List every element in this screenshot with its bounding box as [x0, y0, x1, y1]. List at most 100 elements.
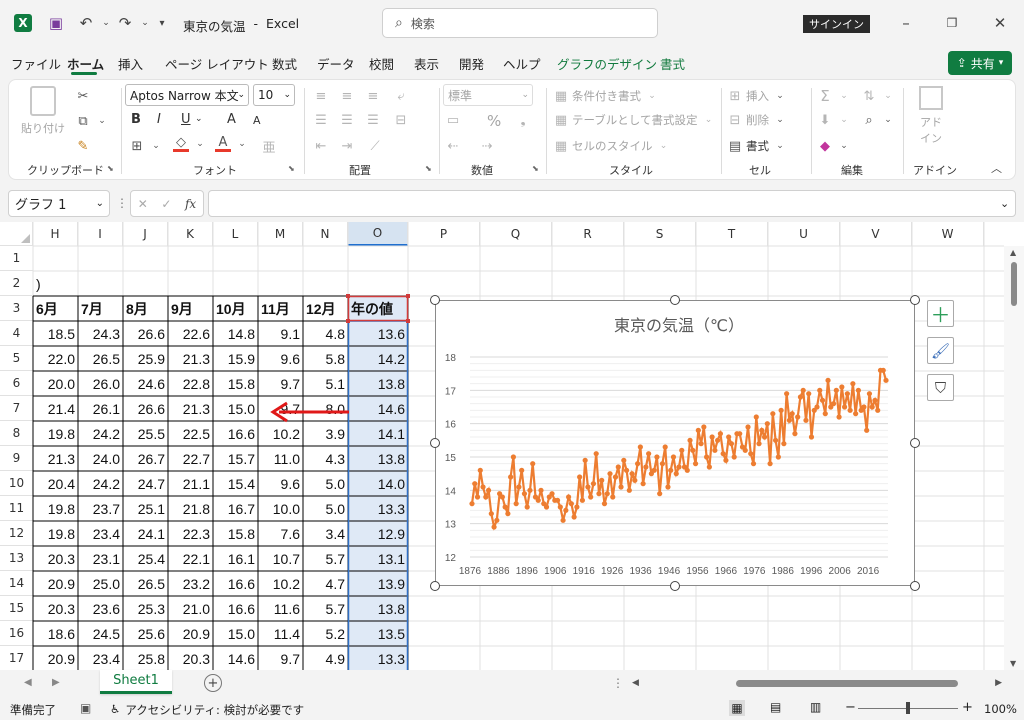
undo-icon[interactable]: ↶ — [76, 13, 96, 33]
conditional-format-button[interactable]: ▦ 条件付き書式 ⌄ — [553, 88, 660, 104]
zoom-level[interactable]: 100% — [984, 702, 1017, 716]
data-point[interactable] — [684, 467, 690, 473]
customize-qat-icon[interactable]: ▾ — [152, 13, 172, 33]
tab-6[interactable]: 校閲 — [369, 54, 394, 73]
data-point[interactable] — [665, 484, 671, 490]
paste-button[interactable]: 貼り付け — [21, 86, 65, 144]
data-point[interactable] — [797, 394, 804, 400]
data-point[interactable] — [784, 391, 790, 397]
data-point[interactable] — [483, 494, 489, 500]
chart-elements-button[interactable]: ＋ — [927, 300, 954, 327]
data-point[interactable] — [712, 447, 718, 453]
data-point[interactable] — [764, 421, 770, 427]
underline-button[interactable]: U — [181, 112, 191, 127]
search-box[interactable]: ⌕ 検索 — [382, 8, 658, 38]
data-point[interactable] — [543, 504, 550, 510]
font-launcher-icon[interactable]: ⬊ — [288, 164, 295, 173]
data-point[interactable] — [753, 414, 759, 420]
data-point[interactable] — [571, 514, 577, 520]
data-point[interactable] — [662, 444, 668, 450]
autosum-button[interactable]: Σ ⌄ — [817, 87, 852, 105]
data-point[interactable] — [679, 447, 685, 453]
align-right-button[interactable]: ☰ — [365, 112, 381, 128]
align-bottom-button[interactable]: ≡ — [365, 88, 381, 104]
data-point[interactable] — [731, 454, 737, 460]
more-icon[interactable]: ⋮ — [116, 196, 128, 210]
data-point[interactable] — [505, 511, 511, 517]
data-point[interactable] — [521, 491, 528, 497]
find-select-button[interactable]: ⌕ ⌄ — [861, 112, 896, 128]
data-point[interactable] — [601, 501, 608, 507]
data-point[interactable] — [833, 387, 839, 393]
data-point[interactable] — [786, 417, 792, 423]
data-point[interactable] — [814, 404, 820, 410]
macro-record-icon[interactable]: ▣ — [80, 701, 91, 715]
sheet-tab-sheet1[interactable]: Sheet1 — [100, 670, 172, 694]
data-point[interactable] — [621, 457, 627, 463]
data-point[interactable] — [830, 401, 837, 407]
restore-icon[interactable]: ❐ — [942, 13, 962, 33]
data-point[interactable] — [657, 491, 663, 497]
data-point[interactable] — [632, 477, 638, 483]
data-point[interactable] — [717, 431, 723, 437]
data-point[interactable] — [535, 497, 541, 503]
data-point[interactable] — [767, 461, 773, 467]
data-point[interactable] — [720, 451, 726, 457]
data-point[interactable] — [557, 504, 563, 510]
data-point[interactable] — [508, 474, 514, 480]
chart-filters-button[interactable]: ⛉ — [927, 374, 954, 401]
data-point[interactable] — [726, 434, 732, 440]
data-point[interactable] — [610, 494, 616, 500]
tab-8[interactable]: 開発 — [459, 54, 484, 73]
data-point[interactable] — [579, 497, 585, 503]
data-point[interactable] — [593, 451, 599, 457]
data-point[interactable] — [750, 461, 757, 467]
copy-button[interactable]: ⧉ ⌄ — [75, 113, 110, 129]
share-button[interactable]: ⇪ 共有 ▾ — [948, 51, 1012, 75]
data-point[interactable] — [808, 434, 815, 440]
chart-resize-handle[interactable] — [670, 581, 680, 591]
formula-input[interactable] — [208, 190, 1016, 217]
data-point[interactable] — [618, 484, 624, 490]
bold-button[interactable]: B — [131, 112, 141, 127]
data-point[interactable] — [880, 367, 886, 373]
data-point[interactable] — [585, 484, 591, 490]
tab-5[interactable]: データ — [317, 54, 355, 73]
data-point[interactable] — [516, 484, 522, 490]
redo-icon[interactable]: ↷ — [115, 13, 135, 33]
grow-font-button[interactable]: A — [227, 112, 236, 127]
number-format-combo[interactable]: 標準 ⌄ — [443, 84, 533, 106]
data-point[interactable] — [491, 524, 497, 530]
decrease-indent-button[interactable]: ⇤ — [313, 138, 329, 154]
chart-title[interactable]: 東京の気温（℃） — [614, 316, 744, 335]
data-point[interactable] — [692, 461, 699, 467]
data-point[interactable] — [494, 517, 500, 523]
data-point[interactable] — [640, 481, 646, 487]
data-point[interactable] — [643, 464, 649, 470]
zoom-slider-thumb[interactable] — [906, 702, 910, 714]
data-point[interactable] — [842, 404, 848, 410]
data-point[interactable] — [474, 494, 481, 500]
data-point[interactable] — [800, 387, 806, 393]
data-point[interactable] — [629, 471, 635, 477]
data-point[interactable] — [502, 504, 508, 510]
data-point[interactable] — [742, 447, 748, 453]
chart-resize-handle[interactable] — [430, 581, 440, 591]
data-point[interactable] — [698, 441, 704, 447]
signin-button[interactable]: サインイン — [803, 15, 870, 33]
vertical-scroll-thumb[interactable] — [1011, 262, 1017, 306]
data-point[interactable] — [789, 411, 795, 417]
data-point[interactable] — [695, 427, 701, 433]
data-point[interactable] — [623, 467, 630, 473]
insert-function-button[interactable]: fx — [185, 197, 196, 211]
data-point[interactable] — [607, 471, 613, 477]
data-point[interactable] — [568, 501, 574, 507]
data-point[interactable] — [861, 404, 867, 410]
accessibility-status[interactable]: ♿ アクセシビリティ: 検討が必要です — [110, 702, 304, 718]
data-point[interactable] — [709, 434, 715, 440]
data-point[interactable] — [756, 441, 762, 447]
data-point[interactable] — [792, 431, 798, 437]
addins-button[interactable]: アド イン — [909, 86, 953, 152]
close-icon[interactable]: ✕ — [990, 13, 1010, 33]
add-sheet-button[interactable]: + — [204, 674, 222, 692]
